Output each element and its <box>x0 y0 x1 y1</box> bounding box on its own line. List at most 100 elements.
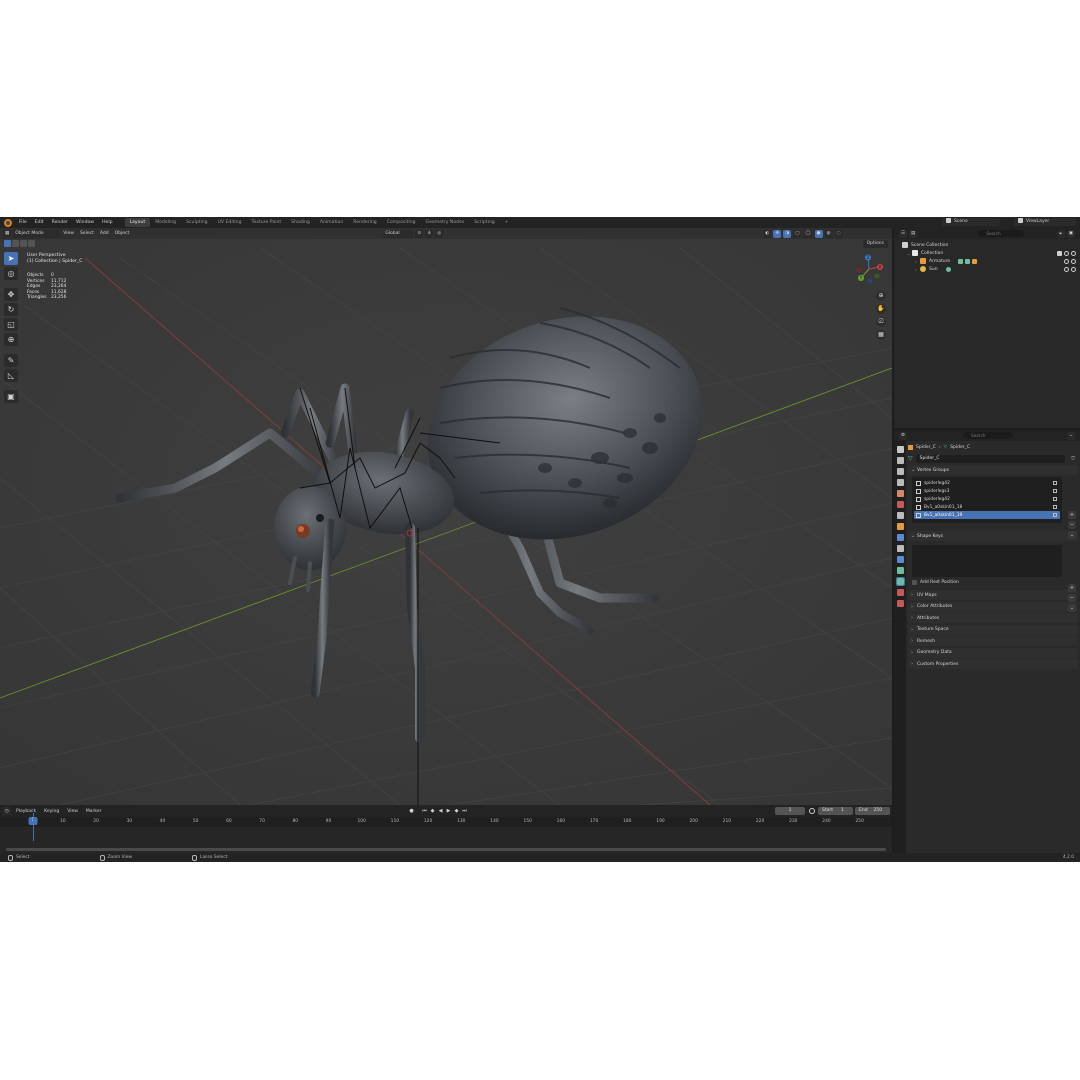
menu-edit[interactable]: Edit <box>31 220 48 225</box>
exclude-checkbox[interactable] <box>1057 250 1062 256</box>
scene-selector[interactable]: Scene <box>942 218 1000 226</box>
camera-view-icon[interactable]: ⎚ <box>876 317 886 327</box>
select-invert-icon[interactable] <box>28 240 35 247</box>
texture-space-panel-header[interactable]: › Texture Space <box>908 624 1078 635</box>
tab-rendering[interactable]: Rendering <box>348 218 381 227</box>
camera-icon[interactable] <box>1071 250 1076 256</box>
blender-logo-icon[interactable] <box>4 218 12 227</box>
view-layer-tab-icon[interactable] <box>896 479 904 486</box>
eye-icon[interactable] <box>1064 258 1069 264</box>
add-workspace-button[interactable]: + <box>500 218 514 227</box>
render-tab-icon[interactable] <box>896 457 904 464</box>
proportional-edit-icon[interactable]: ◎ <box>435 229 444 238</box>
outliner-row-scene-collection[interactable]: Scene Collection <box>902 241 1080 249</box>
menu-keying[interactable]: Keying <box>40 809 63 814</box>
options-button[interactable]: Options <box>862 240 888 248</box>
jump-end-icon[interactable]: ⏭ <box>461 807 468 815</box>
jump-start-icon[interactable]: ⏮ <box>421 807 428 815</box>
shading-rendered-icon[interactable]: ◌ <box>834 229 843 238</box>
constraints-tab-icon[interactable] <box>896 567 904 574</box>
outliner-row-armature[interactable]: › Armature <box>902 257 1080 265</box>
remesh-panel-header[interactable]: › Remesh <box>908 636 1078 646</box>
list-item[interactable]: Bv1_a0skin01_18 <box>914 503 1060 511</box>
add-rest-position-checkbox[interactable] <box>912 579 917 585</box>
menu-file[interactable]: File <box>15 220 31 225</box>
uv-maps-panel-header[interactable]: › UV Maps <box>908 590 1078 600</box>
menu-render[interactable]: Render <box>48 220 72 225</box>
grid-view-icon[interactable]: ▦ <box>876 330 886 340</box>
tab-modeling[interactable]: Modeling <box>150 218 181 227</box>
next-key-icon[interactable]: ◆ <box>453 807 460 815</box>
menu-timeline-view[interactable]: View <box>63 809 82 814</box>
eye-icon[interactable] <box>1064 250 1069 256</box>
outliner-editor-type-icon[interactable]: ☰ <box>899 229 908 238</box>
play-icon[interactable]: ▶ <box>445 807 452 815</box>
collection-tab-icon[interactable] <box>896 512 904 519</box>
fake-user-icon[interactable]: ⛉ <box>1069 454 1077 463</box>
list-item[interactable]: spiderlegs3 <box>914 487 1060 495</box>
output-tab-icon[interactable] <box>896 468 904 475</box>
shape-key-specials-button[interactable]: ⌄ <box>1068 604 1076 612</box>
camera-icon[interactable] <box>1071 266 1076 272</box>
clock-icon[interactable] <box>809 808 815 814</box>
vertex-groups-panel-header[interactable]: ⌄ Vertex Groups <box>908 465 1078 475</box>
shading-material-icon[interactable]: ◍ <box>824 229 833 238</box>
end-frame-field[interactable]: End 250 <box>855 807 890 815</box>
navigation-gizmo[interactable]: X Y Z <box>854 254 884 284</box>
properties-editor-type-icon[interactable]: ⚙ <box>899 431 908 440</box>
add-vertex-group-button[interactable]: + <box>1068 511 1076 519</box>
properties-options-icon[interactable]: ⌄ <box>1067 431 1075 440</box>
pivot-icon[interactable]: ⊙ <box>415 229 424 238</box>
tab-sculpting[interactable]: Sculpting <box>181 218 212 227</box>
tab-compositing[interactable]: Compositing <box>382 218 421 227</box>
frame-ruler[interactable]: 1 10203040506070809010011012013014015016… <box>0 817 892 827</box>
shape-keys-panel-header[interactable]: ⌄ Shape Keys <box>908 531 1078 541</box>
editor-type-button[interactable]: ▦ <box>3 229 12 238</box>
outliner-display-mode-icon[interactable]: ▤ <box>909 229 918 238</box>
tool-tab-icon[interactable] <box>896 446 904 453</box>
lock-icon[interactable] <box>1053 481 1057 485</box>
list-item-selected[interactable]: Bv1_a0skin01_19 <box>914 511 1060 519</box>
select-subtract-icon[interactable] <box>20 240 27 247</box>
move-tool-icon[interactable]: ✥ <box>4 288 18 301</box>
transform-tool-icon[interactable]: ⊕ <box>4 333 18 346</box>
remove-vertex-group-button[interactable]: − <box>1068 521 1076 529</box>
orientation-dropdown[interactable]: Global <box>383 229 414 238</box>
add-rest-position-row[interactable]: Add Rest Position <box>908 577 1078 587</box>
tab-shading[interactable]: Shading <box>286 218 315 227</box>
color-attributes-panel-header[interactable]: › Color Attributes <box>908 601 1078 612</box>
camera-icon[interactable] <box>1071 258 1076 264</box>
new-collection-icon[interactable]: ▣ <box>1066 229 1075 238</box>
eye-icon[interactable] <box>1064 266 1069 272</box>
list-item[interactable]: spiderleg42 <box>914 495 1060 503</box>
vertex-group-specials-button[interactable]: ⌄ <box>1068 531 1076 539</box>
timeline-editor-type-icon[interactable]: ◷ <box>3 807 11 815</box>
lock-icon[interactable] <box>1053 489 1057 493</box>
properties-search-input[interactable]: Search <box>963 432 1014 439</box>
cursor-tool-icon[interactable]: ◎ <box>4 267 18 280</box>
modifiers-tab-icon[interactable] <box>896 534 904 541</box>
menu-select[interactable]: Select <box>77 231 97 236</box>
gizmo-toggle-icon[interactable]: ✥ <box>773 229 782 238</box>
custom-properties-panel-header[interactable]: › Custom Properties <box>908 659 1078 669</box>
lock-icon[interactable] <box>1053 513 1057 517</box>
pan-hand-icon[interactable]: ✋ <box>876 304 886 314</box>
object-tab-icon[interactable] <box>896 523 904 530</box>
menu-object[interactable]: Object <box>112 231 133 236</box>
menu-window[interactable]: Window <box>72 220 98 225</box>
select-new-icon[interactable] <box>4 240 11 247</box>
data-tab-icon[interactable] <box>895 577 905 586</box>
start-frame-field[interactable]: Start 1 <box>818 807 853 815</box>
measure-tool-icon[interactable]: ◺ <box>4 369 18 382</box>
view-layer-selector[interactable]: ViewLayer <box>1014 218 1076 226</box>
snap-icon[interactable]: ⋔ <box>425 229 434 238</box>
material-tab-icon[interactable] <box>896 589 904 596</box>
vertex-groups-list[interactable]: spiderleg42 spiderlegs3 spiderleg42 Bv1_… <box>912 477 1062 523</box>
lock-icon[interactable] <box>1053 497 1057 501</box>
filter-icon[interactable]: ⏷ <box>1056 229 1065 238</box>
shading-solid-icon[interactable]: ● <box>814 229 823 238</box>
record-icon[interactable]: ● <box>408 807 415 815</box>
add-cube-tool-icon[interactable]: ▣ <box>4 390 18 403</box>
list-item[interactable]: spiderleg42 <box>914 479 1060 487</box>
shading-wireframe-icon[interactable]: ◯ <box>803 229 813 238</box>
